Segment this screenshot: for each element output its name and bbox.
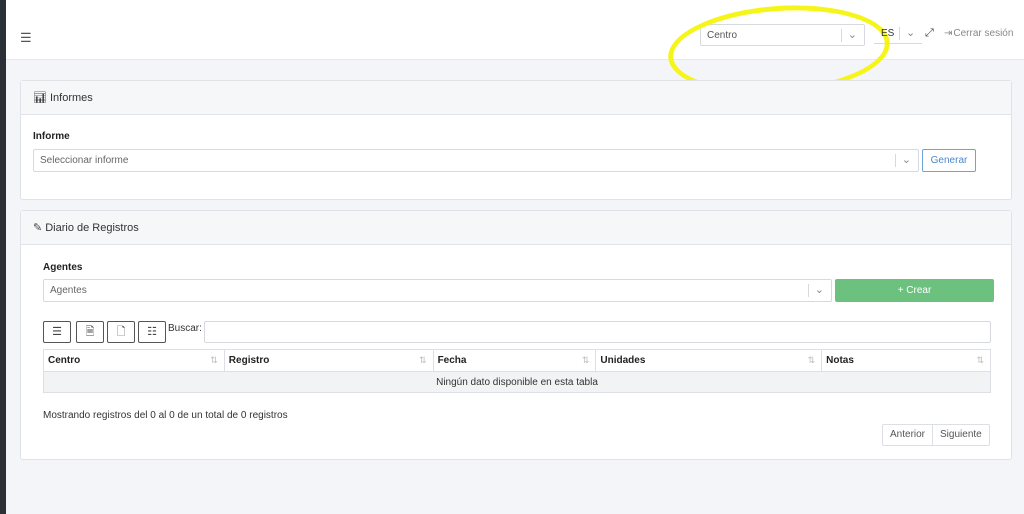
- column-header-fecha[interactable]: Fecha ⇅: [432, 349, 597, 372]
- generar-button[interactable]: Generar: [922, 149, 976, 172]
- expand-icon[interactable]: ⤢: [925, 27, 937, 39]
- pagination-prev-button[interactable]: Anterior: [883, 425, 932, 445]
- column-header-centro[interactable]: Centro ⇅: [43, 349, 225, 372]
- informe-label: Informe: [33, 131, 70, 142]
- informe-select[interactable]: Seleccionar informe ⌄: [33, 149, 919, 172]
- informes-title-text: Informes: [49, 92, 93, 104]
- select-separator: [895, 154, 896, 167]
- logout-icon: ⇥: [944, 28, 953, 39]
- logout-link[interactable]: ⇥Cerrar sesión: [944, 28, 1013, 39]
- sort-icon: ⇅: [210, 355, 218, 365]
- empty-table-message: Ningún dato disponible en esta tabla: [43, 371, 991, 393]
- crear-button[interactable]: + Crear: [835, 279, 994, 302]
- language-select[interactable]: ES ⌄: [874, 24, 922, 44]
- list-icon: ☷: [147, 326, 157, 338]
- print-list-button[interactable]: ☷: [138, 321, 166, 343]
- export-excel-button[interactable]: 🗎︎: [76, 321, 104, 343]
- informes-card-header: 📊︎ Informes: [21, 81, 1011, 115]
- column-header-label: Unidades: [600, 355, 646, 366]
- select-separator: [899, 27, 900, 40]
- agentes-label: Agentes: [43, 262, 83, 273]
- hamburger-menu-icon[interactable]: ☰: [20, 31, 32, 44]
- column-header-label: Registro: [228, 355, 270, 366]
- diario-card: ✎ Diario de Registros Agentes Agentes ⌄ +…: [20, 210, 1012, 460]
- registros-table: Centro ⇅ Registro ⇅ Fecha ⇅ Unidades ⇅ Notas…: [43, 349, 991, 393]
- column-visibility-button[interactable]: ☰: [43, 321, 71, 343]
- numbered-list-icon: ☰: [52, 326, 62, 338]
- chevron-down-icon: ⌄: [906, 27, 916, 39]
- edit-square-icon: ✎: [33, 222, 43, 234]
- buscar-input[interactable]: [204, 321, 991, 343]
- agentes-select[interactable]: Agentes ⌄: [43, 279, 832, 302]
- column-header-unidades[interactable]: Unidades ⇅: [595, 349, 823, 372]
- pdf-file-icon: 🗋︎: [116, 326, 126, 338]
- diario-title: ✎ Diario de Registros: [33, 221, 139, 234]
- excel-file-icon: 🗎︎: [85, 326, 95, 338]
- buscar-label: Buscar:: [168, 323, 202, 334]
- column-header-notas[interactable]: Notas ⇅: [821, 349, 991, 372]
- table-row: Ningún dato disponible en esta tabla: [43, 371, 991, 393]
- sort-icon: ⇅: [807, 355, 816, 365]
- table-header-row: Centro ⇅ Registro ⇅ Fecha ⇅ Unidades ⇅ Notas…: [43, 349, 991, 372]
- agentes-select-placeholder: Agentes: [50, 285, 87, 296]
- select-separator: [808, 284, 809, 297]
- chevron-down-icon: ⌄: [814, 284, 824, 296]
- diario-title-text: Diario de Registros: [45, 222, 139, 234]
- sort-icon: ⇅: [419, 355, 427, 365]
- logout-label: Cerrar sesión: [953, 28, 1014, 39]
- column-header-label: Centro: [48, 355, 81, 366]
- bar-chart-icon: 📊︎: [33, 92, 47, 104]
- top-band: [6, 0, 1024, 16]
- pagination: Anterior Siguiente: [882, 424, 990, 446]
- export-pdf-button[interactable]: 🗋︎: [107, 321, 135, 343]
- sort-icon: ⇅: [581, 355, 590, 365]
- informes-title: 📊︎ Informes: [33, 91, 93, 104]
- column-header-label: Fecha: [437, 355, 467, 366]
- informe-select-placeholder: Seleccionar informe: [40, 155, 129, 166]
- diario-card-header: ✎ Diario de Registros: [21, 211, 1011, 245]
- pagination-next-button[interactable]: Siguiente: [932, 425, 989, 445]
- sort-icon: ⇅: [976, 355, 984, 365]
- left-rail: [0, 0, 6, 514]
- column-header-registro[interactable]: Registro ⇅: [223, 349, 434, 372]
- column-header-label: Notas: [826, 355, 854, 366]
- informes-card: 📊︎ Informes Informe Seleccionar informe ⌄…: [20, 80, 1012, 200]
- showing-info: Mostrando registros del 0 al 0 de un tot…: [43, 410, 288, 421]
- chevron-down-icon: ⌄: [901, 154, 911, 166]
- language-value: ES: [881, 28, 895, 39]
